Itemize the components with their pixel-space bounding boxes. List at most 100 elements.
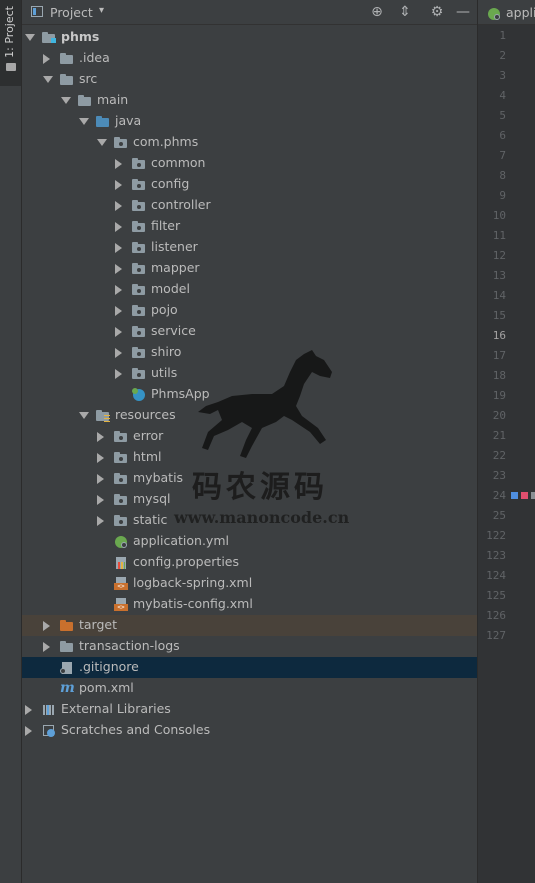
tree-row[interactable]: utils xyxy=(22,363,477,384)
editor-tab[interactable]: appli xyxy=(478,0,535,25)
folder-icon xyxy=(60,73,74,86)
tree-row[interactable]: mapper xyxy=(22,258,477,279)
source-folder-icon xyxy=(96,115,110,128)
collapse-arrow-icon[interactable] xyxy=(97,516,104,526)
collapse-arrow-icon[interactable] xyxy=(43,642,50,652)
collapse-arrow-icon[interactable] xyxy=(97,495,104,505)
collapse-arrow-icon[interactable] xyxy=(115,327,122,337)
tree-row[interactable]: config xyxy=(22,174,477,195)
folder-icon xyxy=(78,94,92,107)
tree-row[interactable]: mybatis-config.xml xyxy=(22,594,477,615)
tree-row[interactable]: .idea xyxy=(22,48,477,69)
line-number: 7 xyxy=(499,149,506,162)
tree-row[interactable]: com.phms xyxy=(22,132,477,153)
tree-row[interactable]: phms xyxy=(22,27,477,48)
tree-row-label: target xyxy=(79,617,118,632)
tree-row-label: PhmsApp xyxy=(151,386,210,401)
collapse-arrow-icon[interactable] xyxy=(115,180,122,190)
chevron-down-icon[interactable]: ▾ xyxy=(99,5,104,16)
tree-row[interactable]: java xyxy=(22,111,477,132)
collapse-all-icon[interactable]: ⇕ xyxy=(396,3,414,21)
color-marker-icon[interactable] xyxy=(531,492,535,499)
tree-row-label: .idea xyxy=(79,50,110,65)
tree-row[interactable]: target xyxy=(22,615,477,636)
project-tool-tab[interactable]: 1: Project xyxy=(0,0,21,86)
tree-row[interactable]: .gitignore xyxy=(22,657,477,678)
project-view-title[interactable]: Project xyxy=(50,5,93,20)
collapse-arrow-icon[interactable] xyxy=(115,264,122,274)
tree-row[interactable]: src xyxy=(22,69,477,90)
tree-row[interactable]: External Libraries xyxy=(22,699,477,720)
tree-row[interactable]: html xyxy=(22,447,477,468)
line-number: 15 xyxy=(492,309,506,322)
line-number: 25 xyxy=(492,509,506,522)
line-number: 21 xyxy=(492,429,506,442)
collapse-arrow-icon[interactable] xyxy=(25,726,32,736)
tree-row[interactable]: m pom.xml xyxy=(22,678,477,699)
collapse-arrow-icon[interactable] xyxy=(115,201,122,211)
collapse-arrow-icon[interactable] xyxy=(115,159,122,169)
expand-arrow-icon[interactable] xyxy=(97,139,107,146)
line-number: 16 xyxy=(492,329,506,342)
tree-row[interactable]: filter xyxy=(22,216,477,237)
collapse-arrow-icon[interactable] xyxy=(43,621,50,631)
tree-row[interactable]: static xyxy=(22,510,477,531)
collapse-arrow-icon[interactable] xyxy=(25,705,32,715)
collapse-arrow-icon[interactable] xyxy=(115,222,122,232)
tree-row[interactable]: model xyxy=(22,279,477,300)
xml-file-icon xyxy=(114,598,128,611)
locate-icon[interactable]: ⊕ xyxy=(368,3,386,21)
tree-row-label: java xyxy=(115,113,142,128)
collapse-arrow-icon[interactable] xyxy=(115,369,122,379)
expand-arrow-icon[interactable] xyxy=(43,76,53,83)
expand-arrow-icon[interactable] xyxy=(25,34,35,41)
hide-icon[interactable]: — xyxy=(454,3,472,21)
tree-row-label: Scratches and Consoles xyxy=(61,722,211,737)
tree-row[interactable]: shiro xyxy=(22,342,477,363)
collapse-arrow-icon[interactable] xyxy=(115,306,122,316)
line-number: 4 xyxy=(499,89,506,102)
tree-row[interactable]: logback-spring.xml xyxy=(22,573,477,594)
collapse-arrow-icon[interactable] xyxy=(115,285,122,295)
tree-row[interactable]: pojo xyxy=(22,300,477,321)
line-number: 20 xyxy=(492,409,506,422)
tree-row[interactable]: service xyxy=(22,321,477,342)
collapse-arrow-icon[interactable] xyxy=(115,243,122,253)
collapse-arrow-icon[interactable] xyxy=(97,453,104,463)
collapse-arrow-icon[interactable] xyxy=(115,348,122,358)
package-icon xyxy=(114,493,128,506)
line-number: 124 xyxy=(486,569,506,582)
tree-row[interactable]: PhmsApp xyxy=(22,384,477,405)
tree-row-label: com.phms xyxy=(133,134,199,149)
expand-arrow-icon[interactable] xyxy=(61,97,71,104)
excluded-folder-icon xyxy=(60,619,74,632)
collapse-arrow-icon[interactable] xyxy=(97,432,104,442)
expand-arrow-icon[interactable] xyxy=(79,412,89,419)
settings-icon[interactable]: ⚙ xyxy=(428,3,446,21)
tree-row[interactable]: common xyxy=(22,153,477,174)
tree-row[interactable]: transaction-logs xyxy=(22,636,477,657)
line-number: 8 xyxy=(499,169,506,182)
tree-row[interactable]: config.properties xyxy=(22,552,477,573)
scratches-icon xyxy=(42,724,56,737)
tree-row[interactable]: mysql xyxy=(22,489,477,510)
tree-row[interactable]: error xyxy=(22,426,477,447)
collapse-arrow-icon[interactable] xyxy=(97,474,104,484)
tree-row[interactable]: listener xyxy=(22,237,477,258)
line-number: 23 xyxy=(492,469,506,482)
tree-row[interactable]: main xyxy=(22,90,477,111)
gitignore-file-icon xyxy=(60,661,74,674)
tree-row[interactable]: application.yml xyxy=(22,531,477,552)
tree-row[interactable]: Scratches and Consoles xyxy=(22,720,477,741)
tree-row-label: pojo xyxy=(151,302,178,317)
color-marker-icon[interactable] xyxy=(511,492,518,499)
tree-row-label: config.properties xyxy=(133,554,240,569)
expand-arrow-icon[interactable] xyxy=(79,118,89,125)
tree-row[interactable]: resources xyxy=(22,405,477,426)
tree-row[interactable]: controller xyxy=(22,195,477,216)
tree-row[interactable]: mybatis xyxy=(22,468,477,489)
color-marker-icon[interactable] xyxy=(521,492,528,499)
collapse-arrow-icon[interactable] xyxy=(43,54,50,64)
package-icon xyxy=(132,178,146,191)
package-icon xyxy=(132,241,146,254)
